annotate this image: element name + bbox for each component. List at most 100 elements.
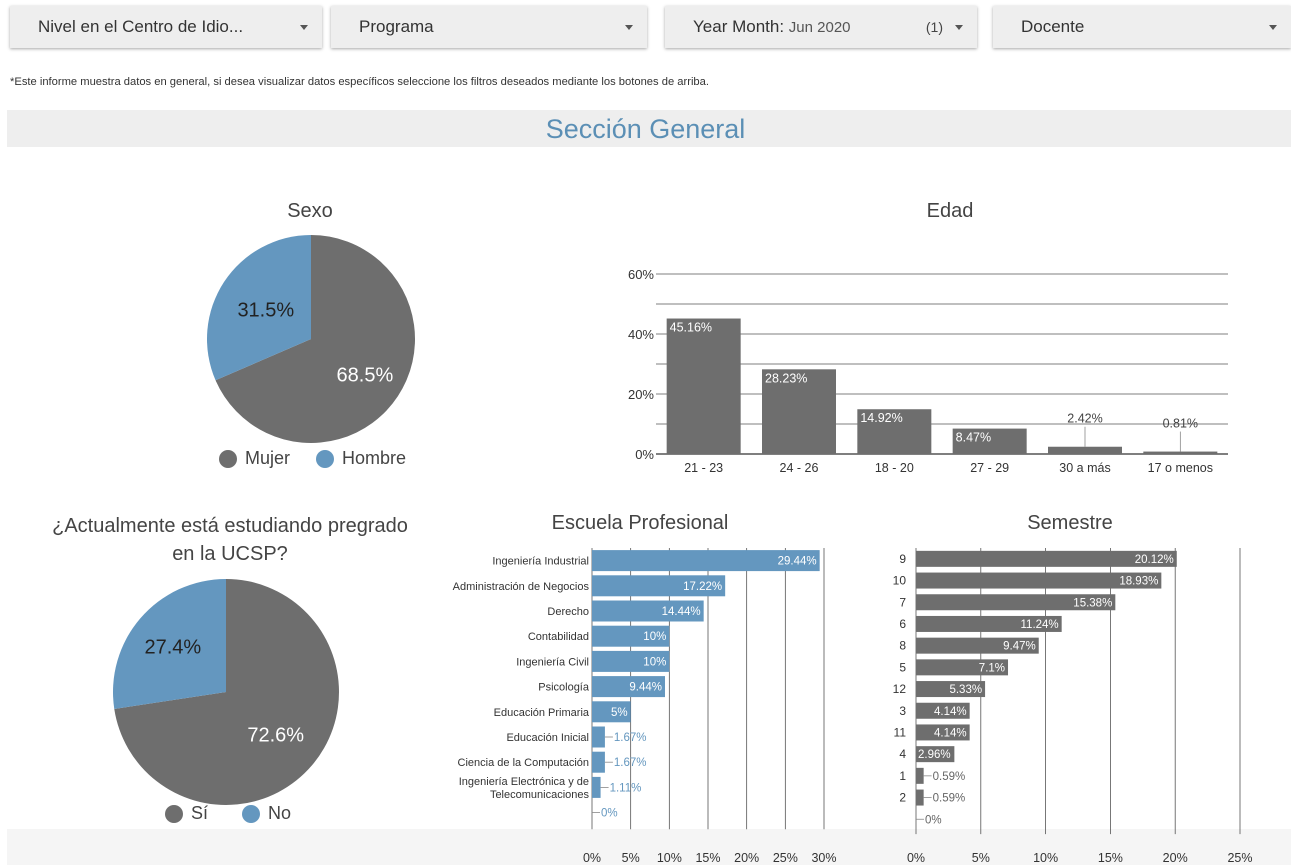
semestre-data-label: 5.33%	[949, 684, 982, 696]
escuela-category-label: Contabilidad	[528, 631, 589, 643]
escuela-category-label: Administración de Negocios	[453, 581, 590, 593]
semestre-chart-title: Semestre	[1027, 512, 1113, 534]
filter-year-month-value: Jun 2020	[788, 19, 851, 36]
pregrado-title-line-2: en la UCSP?	[172, 543, 288, 565]
semestre-category-label: 5	[899, 660, 906, 674]
semestre-category-label: 12	[893, 682, 907, 696]
semestre-bar-1	[916, 767, 924, 784]
edad-data-label: 28.23%	[765, 371, 807, 385]
semestre-data-label: 4.14%	[934, 727, 967, 739]
semestre-category-label: 7	[899, 595, 906, 609]
semestre-xtick-label: 0%	[907, 851, 925, 865]
semestre-category-label: 10	[893, 574, 907, 588]
sexo-chart-title: Sexo	[287, 200, 333, 222]
filter-nivel-dropdown[interactable]: Nivel en el Centro de Idio...	[10, 6, 322, 48]
escuela-data-label: 5%	[611, 707, 628, 719]
semestre-data-label: 4.14%	[934, 706, 967, 718]
legend-label-si: Sí	[191, 803, 209, 823]
edad-xtick-label: 17 o menos	[1148, 461, 1213, 475]
chevron-down-icon	[625, 24, 633, 30]
semestre-bar-chart: 0% 5% 10% 15% 20% 25%9 20.12%10 18.93%7 15.38%6 1…	[893, 548, 1253, 865]
semestre-xtick-label: 10%	[1033, 851, 1058, 865]
escuela-data-label: 1.67%	[614, 757, 647, 769]
filter-year-month-dropdown[interactable]: Year Month: Jun 2020 (1)	[665, 6, 977, 48]
escuela-bar-ingenieria-electronica-y-de-telecomunicaciones	[592, 776, 601, 798]
escuela-data-label: 10%	[643, 656, 666, 668]
chevron-down-icon	[1269, 24, 1277, 30]
chevron-down-icon	[955, 24, 963, 30]
filter-docente-dropdown[interactable]: Docente	[993, 6, 1291, 48]
escuela-xtick-label: 20%	[734, 851, 759, 865]
escuela-xtick-label: 30%	[811, 851, 836, 865]
legend-dot-hombre	[316, 449, 335, 468]
edad-data-label: 45.16%	[670, 321, 712, 335]
filter-docente-label: Docente	[1021, 17, 1085, 36]
legend-dot-si	[165, 804, 183, 823]
edad-ytick-label: 20%	[628, 387, 654, 402]
semestre-data-label: 11.24%	[1021, 619, 1059, 631]
legend-label-hombre: Hombre	[342, 448, 407, 468]
semestre-data-label: 7.1%	[979, 662, 1005, 674]
filter-programa-dropdown[interactable]: Programa	[331, 6, 647, 48]
escuela-category-label: Telecomunicaciones	[490, 789, 590, 801]
escuela-xtick-label: 15%	[695, 851, 720, 865]
escuela-xtick-label: 0%	[583, 851, 601, 865]
semestre-category-label: 9	[899, 552, 906, 566]
semestre-data-label: 0.59%	[933, 793, 966, 805]
edad-xtick-label: 27 - 29	[970, 461, 1009, 475]
edad-ytick-label: 40%	[628, 327, 654, 342]
legend-dot-no	[242, 804, 261, 823]
pie-label-mujer: 68.5%	[337, 364, 394, 386]
semestre-data-label: 9.47%	[1003, 641, 1036, 653]
edad-ytick-label: 0%	[635, 447, 654, 462]
edad-xtick-label: 30 a más	[1059, 461, 1110, 475]
pregrado-title-line-1: ¿Actualmente está estudiando pregrado	[52, 515, 408, 537]
edad-bar-21-23	[666, 318, 741, 454]
semestre-xtick-label: 5%	[972, 851, 990, 865]
edad-data-label: 14.92%	[860, 411, 902, 425]
escuela-category-label: Psicología	[538, 682, 590, 694]
escuela-category-label: Ciencia de la Computación	[458, 757, 589, 769]
edad-chart-title: Edad	[926, 200, 974, 222]
sexo-legend: Mujer Hombre	[219, 448, 406, 469]
escuela-data-label: 1.11%	[610, 782, 642, 794]
filter-year-month-label: Year Month	[693, 17, 780, 36]
filter-year-month-count: (1)	[925, 19, 943, 35]
escuela-chart-title: Escuela Profesional	[551, 512, 729, 534]
pie-label-si: 72.6%	[247, 725, 304, 747]
filter-year-month-text: Year Month: Jun 2020	[693, 17, 851, 36]
semestre-category-label: 3	[899, 704, 906, 718]
edad-xtick-label: 18 - 20	[875, 461, 914, 475]
filter-nivel-label: Nivel en el Centro de Idio...	[38, 17, 244, 36]
semestre-data-label: 0%	[925, 814, 942, 826]
section-title: Sección General	[545, 114, 746, 144]
escuela-category-label: Ingeniería Industrial	[492, 556, 589, 568]
filter-programa-label: Programa	[359, 17, 434, 36]
edad-xtick-label: 24 - 26	[780, 461, 819, 475]
pregrado-chart-title: ¿Actualmente está estudiando pregrado en…	[30, 512, 430, 568]
escuela-data-label: 1.67%	[614, 732, 647, 744]
semestre-bar-2	[916, 789, 924, 806]
semestre-category-label: 8	[899, 639, 906, 653]
edad-bar-17-o-menos	[1143, 451, 1218, 454]
pie-label-no: 27.4%	[145, 636, 202, 658]
semestre-category-label: 2	[899, 791, 906, 805]
semestre-data-label: 20.12%	[1135, 554, 1174, 566]
semestre-category-label: 11	[894, 725, 907, 739]
escuela-category-label: Educación Primaria	[494, 707, 590, 719]
semestre-category-label: 4	[899, 747, 906, 761]
escuela-data-label: 29.44%	[778, 556, 817, 568]
semestre-data-label: 2.96%	[918, 749, 951, 761]
pie-label-hombre: 31.5%	[237, 299, 294, 321]
edad-data-label: 2.42%	[1067, 412, 1102, 426]
edad-data-label: 0.81%	[1163, 417, 1198, 431]
escuela-data-label: 0%	[601, 808, 618, 820]
escuela-data-label: 14.44%	[662, 606, 701, 618]
escuela-category-label: Derecho	[547, 606, 589, 618]
escuela-xtick-label: 10%	[657, 851, 682, 865]
edad-ytick-label: 60%	[628, 267, 654, 282]
semestre-data-label: 18.93%	[1119, 576, 1158, 588]
escuela-xtick-label: 5%	[622, 851, 640, 865]
semestre-xtick-label: 20%	[1163, 851, 1188, 865]
legend-dot-mujer	[219, 449, 237, 468]
